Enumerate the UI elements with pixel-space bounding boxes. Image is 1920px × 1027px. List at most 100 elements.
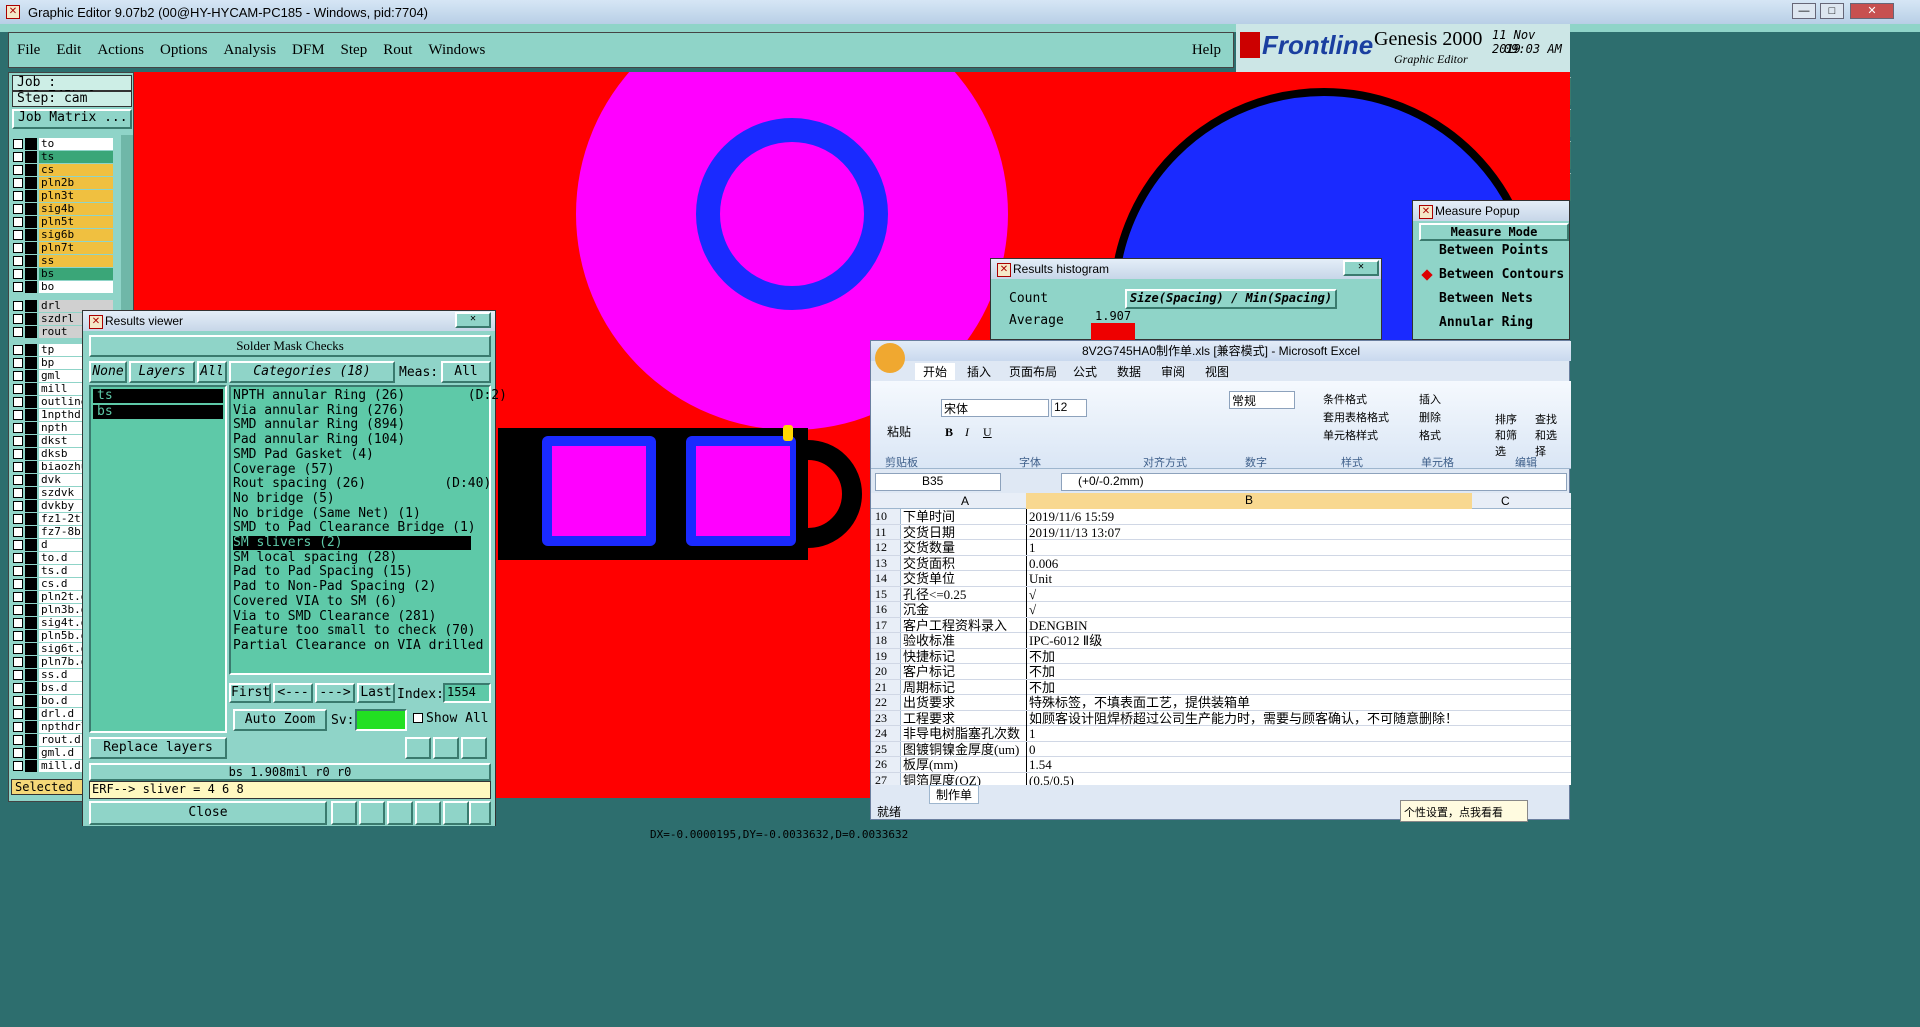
cell-a[interactable]: 验收标准 xyxy=(903,633,1023,648)
category-item[interactable]: Feature too small to check (70) xyxy=(233,624,476,638)
close-window-button[interactable]: ✕ xyxy=(1850,3,1894,19)
all-button[interactable]: All xyxy=(197,361,227,383)
layer-checkbox[interactable] xyxy=(13,487,23,498)
category-item[interactable]: Via annular Ring (276) xyxy=(233,403,471,418)
table-row[interactable]: 26 板厚(mm) 1.54 xyxy=(871,757,1571,773)
cell-a[interactable]: 客户标记 xyxy=(903,664,1023,679)
layer-checkbox[interactable] xyxy=(13,695,23,706)
layer-checkbox[interactable] xyxy=(13,281,23,292)
menu-dfm[interactable]: DFM xyxy=(284,42,333,59)
cell-a[interactable]: 快捷标记 xyxy=(903,649,1023,664)
last-button[interactable]: Last xyxy=(357,683,395,703)
layer-row[interactable]: bs xyxy=(13,267,113,280)
office-button-icon[interactable] xyxy=(875,343,905,373)
category-item[interactable]: SM local spacing (28) xyxy=(233,550,471,565)
layer-checkbox[interactable] xyxy=(13,326,23,337)
meas-dropdown[interactable]: All xyxy=(441,361,491,383)
conditional-format-button[interactable]: 条件格式 xyxy=(1323,391,1367,407)
layer-checkbox[interactable] xyxy=(13,409,23,420)
layer-checkbox[interactable] xyxy=(13,151,23,162)
cell-a[interactable]: 客户工程资料录入 xyxy=(903,618,1023,633)
category-item[interactable]: Pad to Non-Pad Spacing (2) xyxy=(233,580,471,594)
insert-cells-button[interactable]: 插入 xyxy=(1419,391,1441,407)
table-row[interactable]: 18 验收标准 IPC-6012 Ⅱ级 xyxy=(871,633,1571,649)
category-item[interactable]: SMD annular Ring (894) xyxy=(233,418,471,432)
cell-a[interactable]: 铜箔厚度(OZ) xyxy=(903,773,1023,786)
cell-a[interactable]: 交货单位 xyxy=(903,571,1023,586)
layer-checkbox[interactable] xyxy=(13,164,23,175)
category-item[interactable]: Pad to Pad Spacing (15) xyxy=(233,565,471,579)
menu-windows[interactable]: Windows xyxy=(420,42,493,59)
layer-checkbox[interactable] xyxy=(13,565,23,576)
layer-checkbox[interactable] xyxy=(13,539,23,550)
layer-checkbox[interactable] xyxy=(13,255,23,266)
layer-row[interactable]: pln2b xyxy=(13,176,113,189)
table-row[interactable]: 12 交货数量 1 xyxy=(871,540,1571,556)
cell-a[interactable]: 出货要求 xyxy=(903,695,1023,710)
category-item[interactable]: No bridge (Same Net) (1) xyxy=(233,506,471,521)
table-row[interactable]: 21 周期标记 不加 xyxy=(871,679,1571,695)
layer-checkbox[interactable] xyxy=(13,760,23,771)
cell-b[interactable]: IPC-6012 Ⅱ级 xyxy=(1026,633,1472,648)
cell-a[interactable]: 下单时间 xyxy=(903,509,1023,524)
format-cells-button[interactable]: 格式 xyxy=(1419,427,1441,443)
between-contours-option[interactable]: Between Contours xyxy=(1419,265,1569,285)
table-row[interactable]: 14 交货单位 Unit xyxy=(871,571,1571,587)
cell-a[interactable]: 交货数量 xyxy=(903,540,1023,555)
menu-actions[interactable]: Actions xyxy=(89,42,152,59)
layer-checkbox[interactable] xyxy=(13,357,23,368)
tab-review[interactable]: 审阅 xyxy=(1161,363,1185,380)
name-box[interactable]: B35 xyxy=(875,473,1001,491)
find-select-button[interactable]: 查找和选择 xyxy=(1535,411,1567,459)
category-item[interactable]: Partial Clearance on VIA drilled xyxy=(233,638,483,653)
layer-row[interactable]: sig6b xyxy=(13,228,113,241)
cell-b[interactable]: 1 xyxy=(1026,726,1472,741)
layer-checkbox[interactable] xyxy=(13,242,23,253)
bold-button[interactable]: B xyxy=(945,425,953,440)
col-header-a[interactable]: A xyxy=(961,494,969,508)
between-nets-option[interactable]: Between Nets xyxy=(1419,289,1569,309)
layer-checkbox[interactable] xyxy=(13,500,23,511)
layer-result-item[interactable]: bs xyxy=(93,405,223,419)
layer-checkbox[interactable] xyxy=(13,591,23,602)
cell-b[interactable]: 如顾客设计阻焊桥超过公司生产能力时，需要与顾客确认，不可随意删除！ xyxy=(1026,710,1472,726)
layer-checkbox[interactable] xyxy=(13,435,23,446)
layer-checkbox[interactable] xyxy=(13,721,23,732)
cell-b[interactable]: Unit xyxy=(1026,571,1472,586)
layer-checkbox[interactable] xyxy=(13,643,23,654)
cell-b[interactable]: 2019/11/6 15:59 xyxy=(1026,509,1472,524)
none-button[interactable]: None xyxy=(89,361,127,383)
italic-button[interactable]: I xyxy=(965,425,969,440)
prev-button[interactable]: <--- xyxy=(273,683,313,703)
first-button[interactable]: First xyxy=(229,683,271,703)
job-matrix-button[interactable]: Job Matrix ... xyxy=(12,109,132,129)
cell-a[interactable]: 沉金 xyxy=(903,602,1023,617)
report-icon[interactable] xyxy=(443,801,469,825)
cell-a[interactable]: 周期标记 xyxy=(903,680,1023,695)
layer-checkbox[interactable] xyxy=(13,513,23,524)
layer-checkbox[interactable] xyxy=(13,383,23,394)
layer-row[interactable]: cs xyxy=(13,163,113,176)
cell-b[interactable]: 1.54 xyxy=(1026,757,1472,772)
font-size-field[interactable]: 12 xyxy=(1051,399,1087,417)
cell-b[interactable]: 不加 xyxy=(1026,664,1472,679)
minimize-button[interactable]: — xyxy=(1792,3,1816,19)
tool-a-icon[interactable] xyxy=(331,801,357,825)
number-format-field[interactable]: 常规 xyxy=(1229,391,1295,409)
cell-b[interactable]: DENGBIN xyxy=(1026,617,1472,633)
category-item[interactable]: Via to SMD Clearance (281) xyxy=(233,609,471,624)
tool-c-icon[interactable] xyxy=(387,801,413,825)
cell-b[interactable]: 2019/11/13 13:07 xyxy=(1026,524,1472,540)
tab-home[interactable]: 开始 xyxy=(915,363,956,380)
cell-a[interactable]: 工程要求 xyxy=(903,711,1023,726)
cell-a[interactable]: 非导电树脂塞孔次数 xyxy=(903,726,1023,741)
menu-edit[interactable]: Edit xyxy=(48,42,89,59)
category-item[interactable]: SMD to Pad Clearance Bridge (1) xyxy=(233,521,476,535)
font-name-field[interactable]: 宋体 xyxy=(941,399,1049,417)
res-icon[interactable] xyxy=(433,737,459,759)
layer-checkbox[interactable] xyxy=(13,396,23,407)
cell-b[interactable]: √ xyxy=(1026,602,1472,617)
category-item[interactable]: NPTH annular Ring (26) (D:2) xyxy=(233,389,507,403)
table-row[interactable]: 23 工程要求 如顾客设计阻焊桥超过公司生产能力时，需要与顾客确认，不可随意删除！ xyxy=(871,710,1571,726)
layer-checkbox[interactable] xyxy=(13,216,23,227)
